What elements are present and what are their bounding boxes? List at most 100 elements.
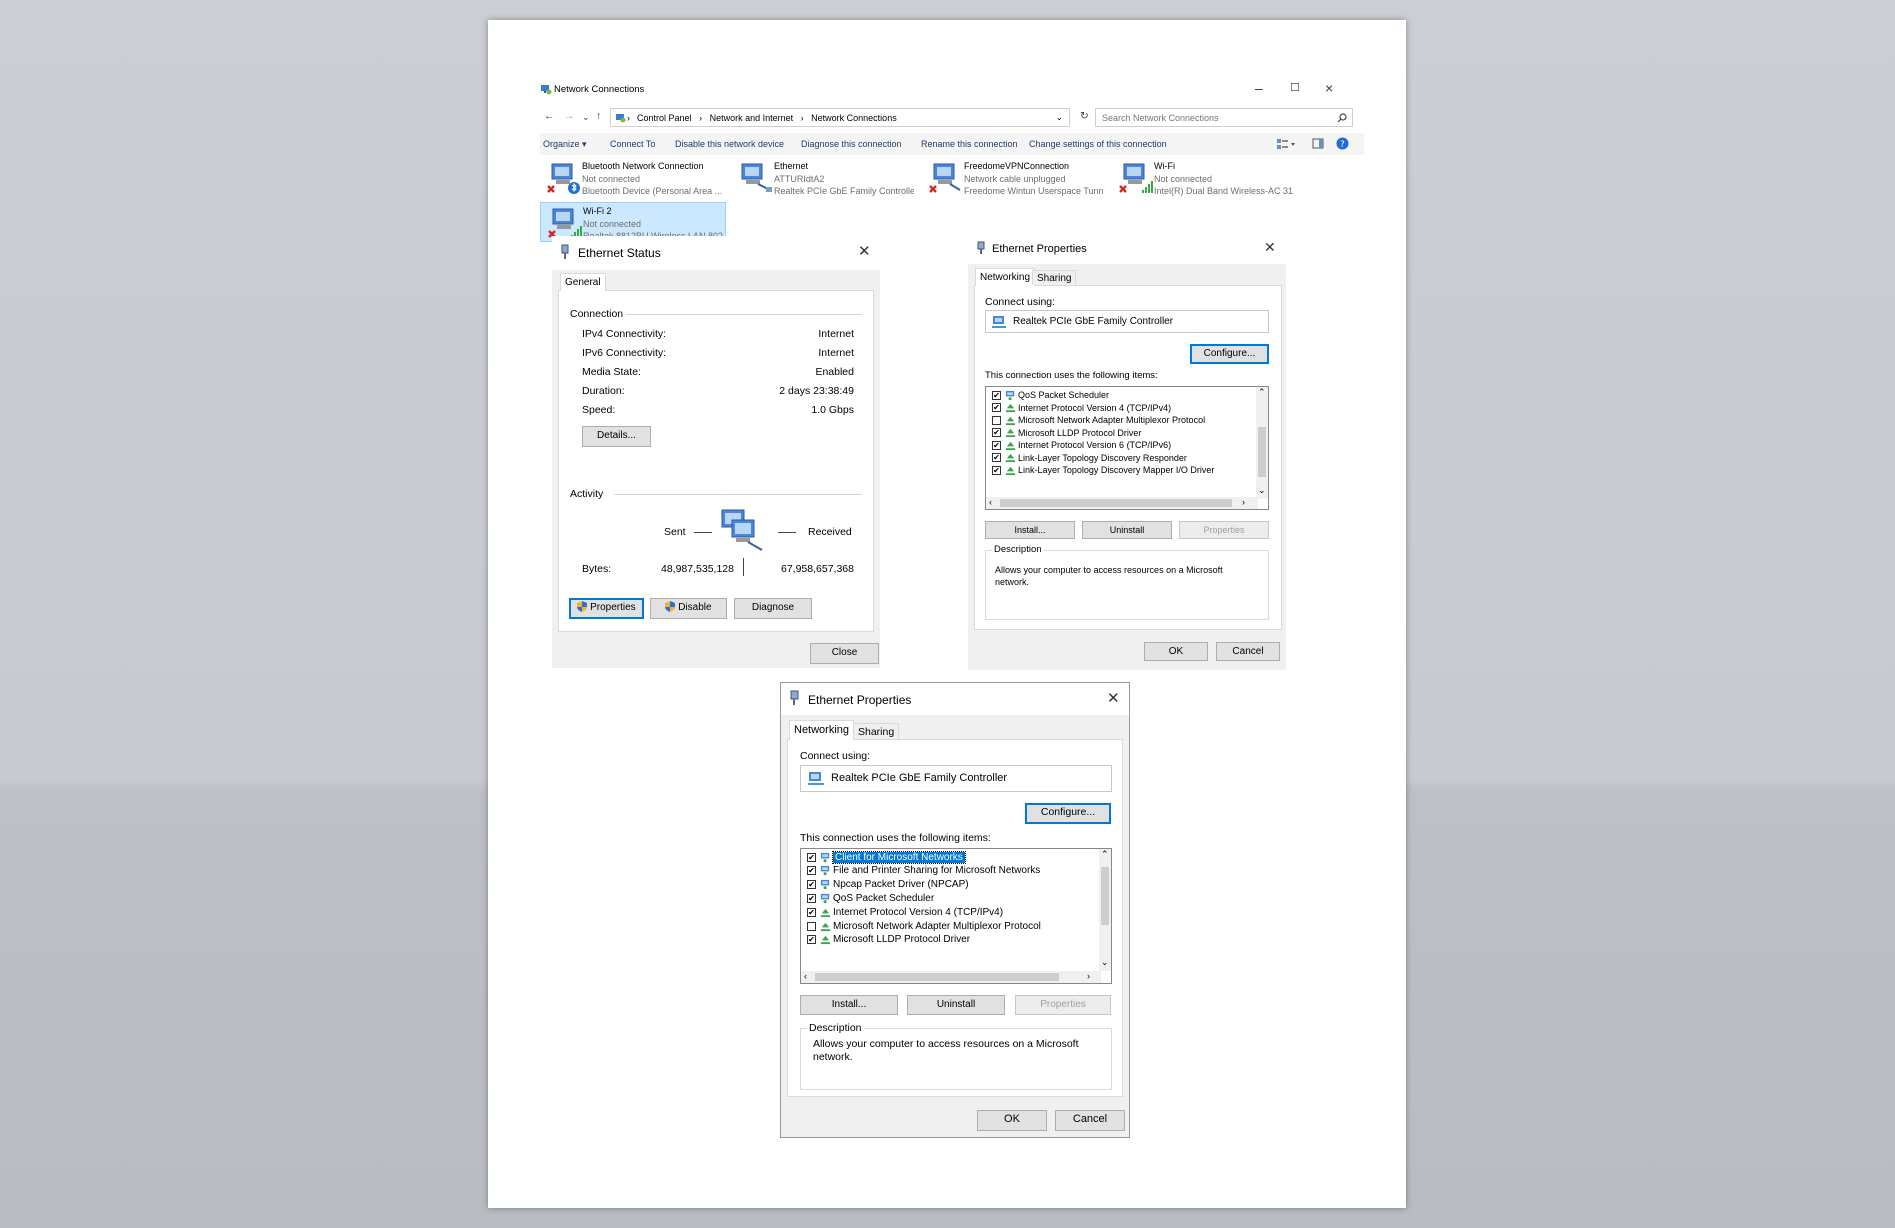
- list-item[interactable]: ✔ Internet Protocol Version 4 (TCP/IPv4): [807, 905, 1003, 919]
- item-checkbox[interactable]: ✔: [992, 440, 1001, 450]
- tab-sharing[interactable]: Sharing: [853, 723, 900, 739]
- scroll-right-icon[interactable]: ›: [1087, 971, 1090, 981]
- cancel-button[interactable]: Cancel: [1216, 642, 1280, 661]
- horizontal-scrollbar[interactable]: ‹ ›: [986, 497, 1258, 509]
- item-properties-button[interactable]: Properties: [1015, 995, 1111, 1015]
- configure-button[interactable]: Configure...: [1025, 803, 1111, 824]
- forward-arrow-icon[interactable]: →: [564, 110, 575, 122]
- close-icon[interactable]: ✕: [858, 242, 871, 260]
- item-checkbox[interactable]: ✔: [807, 893, 816, 903]
- ethernet-plug-icon: [790, 690, 799, 705]
- close-button[interactable]: Close: [810, 643, 879, 664]
- scroll-right-icon[interactable]: ›: [1242, 497, 1245, 507]
- item-checkbox[interactable]: ✔: [992, 465, 1001, 475]
- item-checkbox[interactable]: ✔: [807, 880, 816, 890]
- item-checkbox[interactable]: ✔: [807, 852, 816, 862]
- items-listbox[interactable]: ✔ QoS Packet Scheduler ✔ Internet Protocol …: [985, 386, 1269, 510]
- help-icon[interactable]: ?: [1336, 137, 1349, 150]
- preview-pane-icon[interactable]: [1312, 138, 1324, 150]
- maximize-icon[interactable]: ☐: [1290, 81, 1300, 94]
- install-button[interactable]: Install...: [800, 995, 898, 1015]
- list-item[interactable]: ✔ Link-Layer Topology Discovery Mapper I/…: [992, 463, 1214, 477]
- scroll-left-icon[interactable]: ‹: [989, 497, 992, 507]
- item-label: Internet Protocol Version 4 (TCP/IPv4): [1018, 402, 1172, 413]
- tab-general[interactable]: General: [560, 273, 606, 291]
- disable-button[interactable]: Disable: [650, 598, 727, 619]
- item-checkbox[interactable]: ✔: [992, 453, 1001, 462]
- up-arrow-icon[interactable]: ↑: [596, 110, 601, 122]
- address-bar[interactable]: › Control Panel › Network and Internet ›…: [610, 108, 1070, 127]
- list-item[interactable]: Microsoft Network Adapter Multiplexor Pr…: [807, 919, 1041, 933]
- breadcrumb-network-connections[interactable]: Network Connections: [811, 113, 897, 123]
- items-label: This connection uses the following items…: [985, 370, 1158, 381]
- properties-button[interactable]: Properties: [569, 598, 644, 619]
- uninstall-button[interactable]: Uninstall: [907, 995, 1005, 1015]
- tab-networking[interactable]: Networking: [789, 720, 855, 740]
- rename-connection-button[interactable]: Rename this connection: [921, 139, 1018, 149]
- scroll-up-icon[interactable]: ⌃: [1258, 387, 1266, 398]
- vertical-scrollbar[interactable]: ⌃ ⌄: [1099, 849, 1111, 971]
- recent-dropdown-icon[interactable]: ⌄: [582, 112, 590, 123]
- items-listbox[interactable]: ✔ Client for Microsoft Networks ✔ File and …: [800, 848, 1112, 984]
- scroll-thumb[interactable]: [1101, 867, 1109, 925]
- diagnose-connection-button[interactable]: Diagnose this connection: [801, 139, 902, 149]
- svg-text:?: ?: [1340, 140, 1345, 150]
- list-item[interactable]: ✔ Npcap Packet Driver (NPCAP): [807, 878, 969, 892]
- item-properties-button[interactable]: Properties: [1179, 521, 1269, 539]
- search-input[interactable]: Search Network Connections: [1095, 108, 1353, 127]
- ok-button[interactable]: OK: [977, 1110, 1047, 1131]
- vertical-scrollbar[interactable]: ⌃ ⌄: [1256, 387, 1268, 499]
- close-icon[interactable]: ×: [1325, 80, 1333, 96]
- scroll-down-icon[interactable]: ⌄: [1101, 957, 1109, 968]
- item-checkbox[interactable]: ✔: [992, 390, 1001, 400]
- scroll-left-icon[interactable]: ‹: [804, 971, 807, 981]
- item-checkbox[interactable]: ✔: [807, 935, 816, 945]
- horizontal-scrollbar[interactable]: ‹ ›: [801, 971, 1101, 983]
- connection-ethernet[interactable]: Ethernet ATTURIdtA2 Realtek PCIe GbE Fam…: [732, 158, 918, 198]
- list-item[interactable]: ✔ File and Printer Sharing for Microsoft …: [807, 864, 1040, 878]
- install-button[interactable]: Install...: [985, 521, 1075, 539]
- configure-button[interactable]: Configure...: [1190, 344, 1269, 364]
- address-dropdown-icon[interactable]: ⌄: [1055, 112, 1063, 123]
- connection-wifi[interactable]: Wi-Fi Not connected Intel(R) Dual Band W…: [1112, 158, 1298, 198]
- connection-freedome-vpn[interactable]: FreedomeVPNConnection Network cable unpl…: [922, 158, 1108, 198]
- diagnose-button[interactable]: Diagnose: [734, 598, 812, 619]
- item-checkbox[interactable]: ✔: [807, 907, 816, 917]
- ok-button[interactable]: OK: [1144, 642, 1208, 661]
- connect-to-button[interactable]: Connect To: [610, 139, 655, 149]
- scroll-up-icon[interactable]: ⌃: [1101, 849, 1109, 860]
- list-item[interactable]: ✔ QoS Packet Scheduler: [807, 891, 934, 905]
- dialog-title: Ethernet Properties: [808, 693, 912, 707]
- item-checkbox[interactable]: ✔: [992, 403, 1001, 412]
- connection-name: Wi-Fi 2: [583, 206, 612, 216]
- back-arrow-icon[interactable]: ←: [544, 110, 555, 122]
- scroll-thumb[interactable]: [1258, 427, 1266, 477]
- tab-networking[interactable]: Networking: [975, 268, 1036, 286]
- list-item[interactable]: ✔ Microsoft LLDP Protocol Driver: [807, 933, 970, 947]
- description-label: Description: [807, 1022, 864, 1034]
- item-checkbox[interactable]: ✔: [992, 428, 1001, 437]
- item-checkbox[interactable]: [807, 921, 816, 931]
- minimize-icon[interactable]: –: [1255, 80, 1263, 96]
- scroll-thumb[interactable]: [1000, 499, 1232, 507]
- item-checkbox[interactable]: [992, 415, 1001, 425]
- breadcrumb-control-panel[interactable]: Control Panel: [637, 113, 692, 123]
- scroll-thumb[interactable]: [815, 973, 1059, 981]
- list-item[interactable]: ✔ Client for Microsoft Networks: [807, 850, 966, 864]
- details-button[interactable]: Details...: [582, 426, 651, 447]
- disable-device-button[interactable]: Disable this network device: [675, 139, 784, 149]
- tab-sharing[interactable]: Sharing: [1032, 270, 1077, 285]
- connection-bluetooth[interactable]: Bluetooth Network Connection Not connect…: [540, 158, 726, 198]
- change-settings-button[interactable]: Change settings of this connection: [1029, 139, 1167, 149]
- refresh-icon[interactable]: ↻: [1080, 110, 1089, 122]
- uninstall-button[interactable]: Uninstall: [1082, 521, 1172, 539]
- close-icon[interactable]: ✕: [1264, 239, 1276, 256]
- item-checkbox[interactable]: ✔: [807, 866, 816, 876]
- cancel-button[interactable]: Cancel: [1055, 1110, 1125, 1131]
- scroll-down-icon[interactable]: ⌄: [1258, 485, 1266, 496]
- organize-menu[interactable]: Organize ▾: [543, 139, 587, 150]
- view-options-icon[interactable]: [1276, 138, 1296, 150]
- item-label: Internet Protocol Version 6 (TCP/IPv6): [1018, 440, 1172, 450]
- close-icon[interactable]: ✕: [1107, 689, 1120, 707]
- breadcrumb-network-internet[interactable]: Network and Internet: [710, 113, 794, 123]
